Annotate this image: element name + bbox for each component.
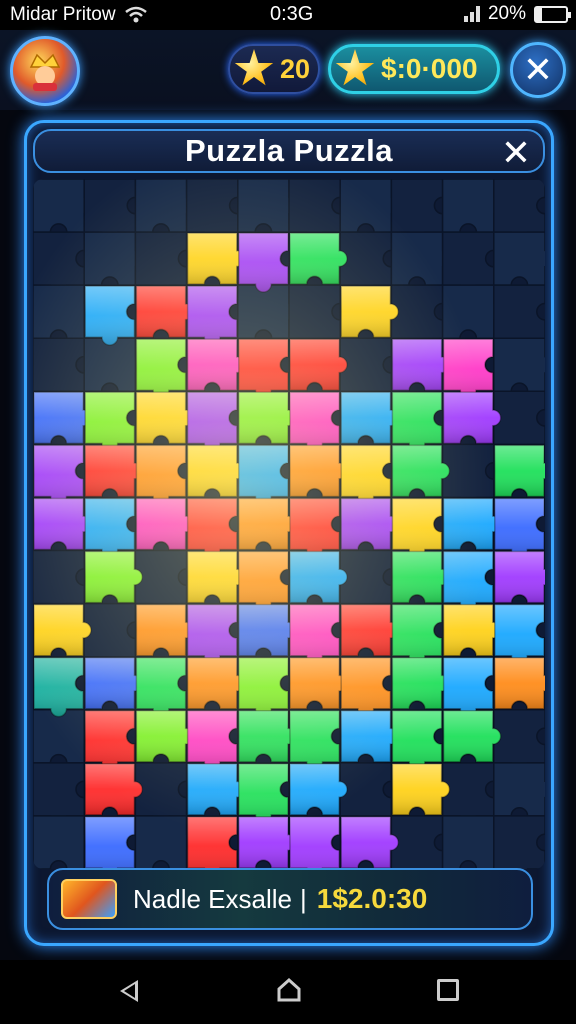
carrier-name: Midar Pritow <box>10 4 116 25</box>
bottom-amount: 1$2.0:30 <box>316 883 428 914</box>
panel-close-button[interactable]: ✕ <box>501 131 531 175</box>
panel-title: Puzzla Puzzla <box>184 133 394 168</box>
star-coin-icon <box>335 49 375 86</box>
puzzle-panel: Puzzla Puzzla ✕ Nadle Exsalle | 1$2.0:30 <box>24 120 554 946</box>
bottom-separator: | <box>299 883 307 914</box>
star-icon <box>234 49 274 86</box>
king-avatar-icon[interactable] <box>10 36 80 106</box>
navigation-bar <box>0 960 576 1024</box>
recent-apps-icon[interactable] <box>437 979 459 1001</box>
battery-icon <box>534 5 571 23</box>
wifi-icon <box>124 6 147 23</box>
top-hud: 20 $:0·000 ✕ <box>0 30 576 110</box>
signal-icon <box>463 6 480 22</box>
status-time: 0:3G <box>270 3 314 25</box>
panel-header: Puzzla Puzzla ✕ <box>33 129 545 173</box>
stars-value: 20 <box>280 53 311 84</box>
home-icon[interactable] <box>276 977 302 1003</box>
puzzle-pieces-icon <box>61 879 117 919</box>
status-bar: Midar Pritow 0:3G 20% <box>0 0 576 30</box>
battery-percent: 20% <box>487 3 526 24</box>
coins-counter[interactable]: $:0·000 <box>328 44 500 94</box>
back-triangle-icon[interactable] <box>120 980 138 1002</box>
stars-counter[interactable]: 20 <box>228 44 320 94</box>
bottom-info-bar[interactable]: Nadle Exsalle | 1$2.0:30 <box>47 868 533 930</box>
close-icon: ✕ <box>522 49 554 90</box>
close-button[interactable]: ✕ <box>510 42 566 98</box>
coins-value: $:0·000 <box>381 53 478 84</box>
puzzle-board[interactable] <box>33 179 545 869</box>
bottom-label: Nadle Exsalle <box>133 883 292 914</box>
